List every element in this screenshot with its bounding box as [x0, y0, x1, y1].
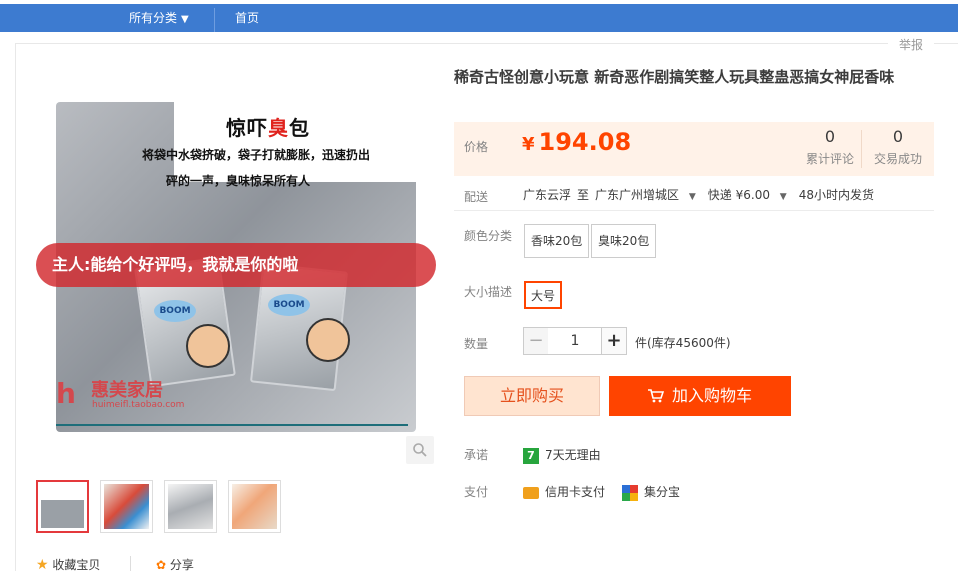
home-link[interactable]: 首页 — [235, 4, 259, 32]
watermark-text: 惠美家居 — [91, 380, 163, 401]
thumbnail-image — [104, 484, 149, 529]
size-option-large[interactable]: 大号 — [524, 281, 563, 309]
jifenbao-icon — [622, 484, 638, 501]
share-label: 分享 — [169, 558, 194, 571]
express-fee: 快递 ¥6.00 — [707, 188, 770, 202]
report-link[interactable]: 举报 — [888, 36, 934, 54]
watermark-logo-icon: h — [56, 377, 76, 410]
color-label: 颜色分类 — [464, 229, 513, 243]
currency-symbol: ¥ — [522, 134, 535, 155]
main-product-image[interactable]: 惊吓臭包 将袋中水袋挤破，袋子打就膨胀，迅速扔出 砰的一声，臭味惊呆所有人 BO… — [36, 62, 436, 462]
sales-stat: 0 交易成功 — [874, 128, 922, 167]
cart-icon — [647, 389, 664, 403]
boom-label: BOOM — [268, 294, 310, 316]
price-box: 价格 ¥194.08 0 累计评论 0 交易成功 — [454, 122, 934, 176]
shipping-label: 配送 — [464, 190, 489, 204]
cartoon-face — [306, 318, 350, 362]
quantity-decrease-button[interactable]: − — [523, 327, 549, 355]
nav-divider — [214, 8, 215, 32]
stat-divider — [861, 130, 862, 168]
image-caption-title: 惊吓臭包 — [226, 112, 310, 141]
share-icon: ✿ — [156, 558, 167, 571]
chevron-down-icon: ▼ — [779, 192, 787, 202]
thumbnail-image — [41, 485, 84, 528]
shipping-info: 广东云浮至广东广州增城区 ▼ 快递 ¥6.00 ▼ 48小时内发货 — [523, 186, 880, 203]
top-nav: 所有分类 ▼ 首页 — [0, 4, 958, 32]
thumbnail-item[interactable] — [228, 480, 281, 533]
color-option-fragrant[interactable]: 香味20包 — [524, 224, 590, 258]
star-icon: ★ — [36, 557, 49, 571]
price-label: 价格 — [464, 140, 489, 154]
reviews-label: 累计评论 — [806, 152, 855, 166]
quantity-input[interactable]: 1 — [548, 327, 602, 355]
image-title-part: 惊吓 — [226, 116, 268, 140]
payment-jifenbao: 集分宝 — [622, 483, 680, 501]
image-title-part: 包 — [289, 116, 310, 140]
seven-day-icon: 7 — [523, 447, 539, 464]
watermark-url: huimeifl.taobao.com — [92, 400, 185, 410]
review-banner: 主人:能给个好评吗，我就是你的啦 — [36, 243, 436, 287]
add-to-cart-button[interactable]: 加入购物车 — [609, 376, 791, 416]
boom-label: BOOM — [154, 300, 196, 322]
payment-credit-card: 信用卡支付 — [523, 483, 605, 500]
all-categories-label: 所有分类 — [129, 11, 178, 25]
sales-label: 交易成功 — [874, 152, 923, 166]
buy-now-button[interactable]: 立即购买 — [464, 376, 600, 416]
dispatch-time: 48小时内发货 — [798, 188, 874, 202]
thumbnail-image — [232, 484, 277, 529]
promise-text: 7天无理由 — [545, 448, 601, 462]
color-option-stinky[interactable]: 臭味20包 — [591, 224, 657, 258]
image-caption-line: 砰的一声，臭味惊呆所有人 — [166, 174, 311, 188]
express-select[interactable]: 快递 ¥6.00 ▼ — [708, 188, 793, 202]
cartoon-face — [186, 324, 230, 368]
quantity-increase-button[interactable]: + — [601, 327, 627, 355]
reviews-count: 0 — [824, 127, 836, 146]
thumbnail-item[interactable] — [36, 480, 89, 533]
reviews-stat[interactable]: 0 累计评论 — [806, 128, 854, 167]
zoom-button[interactable] — [406, 436, 434, 464]
credit-card-icon — [523, 486, 539, 499]
jifenbao-text: 集分宝 — [644, 485, 681, 499]
thumbnail-item[interactable] — [164, 480, 217, 533]
product-title: 稀奇古怪创意小玩意 新奇恶作剧搞笑整人玩具整蛊恶搞女神屁香味 — [454, 68, 895, 86]
credit-card-text: 信用卡支付 — [545, 485, 606, 499]
add-to-cart-label: 加入购物车 — [671, 386, 752, 405]
chevron-down-icon: ▼ — [688, 192, 696, 202]
ship-to: 广东广州增城区 — [595, 188, 680, 202]
quantity-label: 数量 — [464, 337, 489, 351]
share-button[interactable]: ✿ 分享 — [156, 556, 194, 571]
chevron-down-icon: ▼ — [181, 14, 189, 25]
section-divider — [454, 210, 934, 211]
promise-seven-day[interactable]: 7 7天无理由 — [523, 446, 601, 464]
ship-from: 广东云浮 — [523, 188, 572, 202]
ship-to-word: 至 — [577, 188, 590, 202]
sales-count: 0 — [892, 127, 904, 146]
all-categories-menu[interactable]: 所有分类 ▼ — [129, 4, 189, 32]
thumbnail-image — [168, 484, 213, 529]
promise-label: 承诺 — [464, 448, 489, 462]
payment-label: 支付 — [464, 485, 489, 499]
stock-text: 件(库存45600件) — [635, 336, 731, 350]
image-title-highlight: 臭 — [268, 116, 289, 140]
favorite-button[interactable]: ★ 收藏宝贝 — [36, 556, 100, 571]
size-label: 大小描述 — [464, 285, 513, 299]
action-divider — [130, 556, 131, 571]
search-icon — [413, 443, 427, 457]
price-value: ¥194.08 — [522, 128, 631, 156]
image-baseline — [56, 424, 408, 426]
image-caption-line: 将袋中水袋挤破，袋子打就膨胀，迅速扔出 — [142, 148, 371, 162]
thumbnail-item[interactable] — [100, 480, 153, 533]
favorite-label: 收藏宝贝 — [52, 558, 101, 571]
ship-to-select[interactable]: 广东广州增城区 ▼ — [595, 188, 702, 202]
price-amount: 194.08 — [538, 128, 632, 156]
